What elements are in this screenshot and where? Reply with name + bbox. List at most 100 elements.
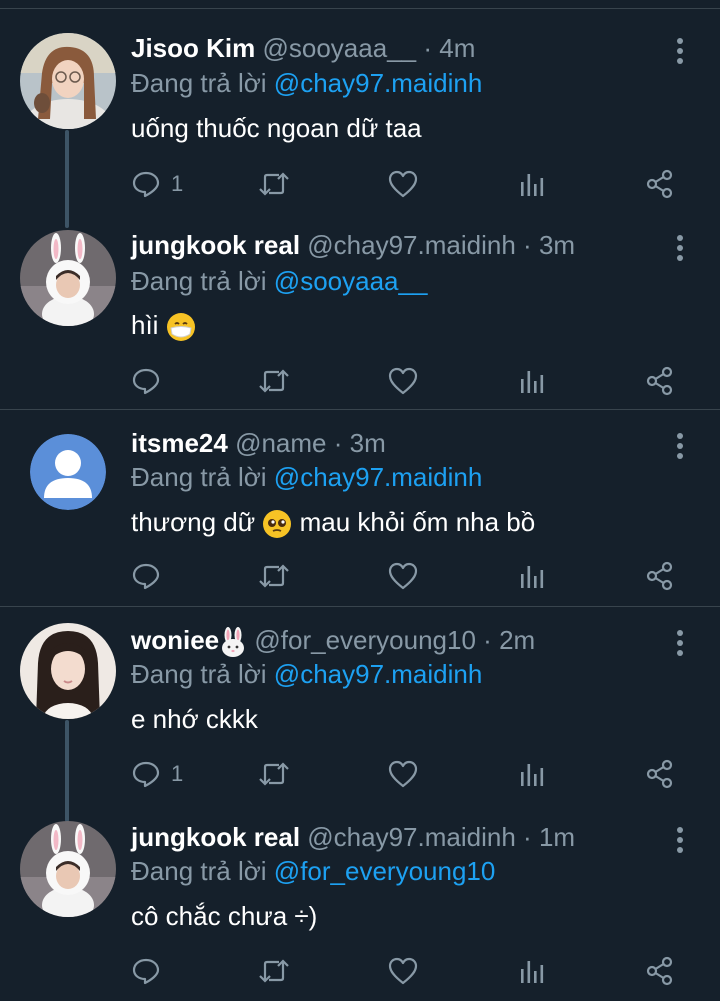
mention-link[interactable]: @chay97.maidinh	[274, 462, 483, 492]
reply-button[interactable]: 1	[131, 756, 183, 792]
avatar[interactable]	[20, 230, 116, 326]
retweet-button[interactable]	[257, 756, 291, 792]
timestamp[interactable]: 2m	[499, 625, 535, 655]
tweet-text: cô chắc chưa ÷)	[131, 901, 318, 931]
heart-icon	[388, 367, 418, 395]
tweet-text: uống thuốc ngoan dữ taa	[131, 113, 422, 143]
tweet-header: jungkook real @chay97.maidinh · 1m	[131, 820, 575, 854]
retweet-icon	[259, 564, 289, 588]
timestamp[interactable]: 3m	[350, 428, 386, 458]
share-button[interactable]	[645, 558, 675, 594]
mask-face-emoji-icon	[166, 313, 195, 342]
tweet-text: thương dữ mau khỏi ốm nha bồ	[131, 504, 535, 540]
share-button[interactable]	[645, 756, 675, 792]
share-button[interactable]	[645, 363, 675, 399]
more-vertical-icon[interactable]	[668, 432, 692, 460]
tweet-text-part: mau khỏi ốm nha bồ	[299, 507, 536, 537]
display-name[interactable]: itsme24	[131, 428, 228, 458]
analytics-button[interactable]	[519, 166, 545, 202]
tweet-header: woniee @for_everyoung10 · 2m	[131, 623, 535, 658]
mention-link[interactable]: @for_everyoung10	[274, 856, 496, 886]
reply-icon	[132, 761, 160, 788]
analytics-button[interactable]	[519, 756, 545, 792]
like-button[interactable]	[388, 558, 418, 594]
analytics-button[interactable]	[519, 558, 545, 594]
more-vertical-icon[interactable]	[668, 629, 692, 657]
separator-dot: ·	[523, 230, 532, 260]
more-vertical-icon[interactable]	[668, 826, 692, 854]
retweet-button[interactable]	[257, 166, 291, 202]
action-bar	[131, 953, 691, 989]
heart-icon	[388, 957, 418, 985]
reply-button[interactable]	[131, 363, 171, 399]
reply-count: 1	[171, 761, 184, 786]
username[interactable]: @chay97.maidinh	[307, 230, 516, 260]
reply-tweet[interactable]: itsme24 @name · 3m Đang trả lời @chay97.…	[0, 410, 720, 606]
mention-link[interactable]: @chay97.maidinh	[274, 68, 483, 98]
replying-prefix: Đang trả lời	[131, 68, 267, 98]
username[interactable]: @chay97.maidinh	[307, 822, 516, 852]
display-name[interactable]: Jisoo Kim	[131, 33, 255, 63]
replying-prefix: Đang trả lời	[131, 266, 267, 296]
tweet-text: e nhớ ckkk	[131, 704, 258, 734]
analytics-icon	[521, 566, 544, 588]
separator-dot: ·	[333, 428, 343, 458]
more-vertical-icon[interactable]	[668, 234, 692, 262]
separator-dot: ·	[423, 33, 433, 63]
reply-button[interactable]: 1	[131, 166, 183, 202]
more-vertical-icon[interactable]	[668, 37, 692, 65]
retweet-button[interactable]	[257, 363, 291, 399]
like-button[interactable]	[388, 953, 418, 989]
reply-tweet[interactable]: Jisoo Kim @sooyaaa__ · 4m Đang trả lời @…	[0, 0, 720, 210]
like-button[interactable]	[388, 166, 418, 202]
replying-prefix: Đang trả lời	[131, 856, 267, 886]
like-button[interactable]	[388, 756, 418, 792]
avatar[interactable]	[20, 33, 116, 129]
share-icon	[646, 956, 673, 986]
username[interactable]: @for_everyoung10	[254, 625, 476, 655]
share-button[interactable]	[645, 953, 675, 989]
analytics-icon	[521, 371, 544, 393]
replying-to: Đang trả lời @chay97.maidinh	[131, 66, 482, 100]
analytics-button[interactable]	[519, 363, 545, 399]
reply-button[interactable]	[131, 953, 171, 989]
reply-tweet[interactable]: jungkook real @chay97.maidinh · 1m Đang …	[0, 805, 720, 1001]
mention-link[interactable]: @sooyaaa__	[274, 266, 428, 296]
username[interactable]: @sooyaaa__	[262, 33, 416, 63]
analytics-icon	[521, 764, 544, 786]
replying-prefix: Đang trả lời	[131, 462, 267, 492]
retweet-icon	[259, 172, 289, 196]
avatar[interactable]	[20, 821, 116, 917]
display-name[interactable]: jungkook real	[131, 230, 300, 260]
retweet-icon	[259, 959, 289, 983]
reply-tweet[interactable]: jungkook real @chay97.maidinh · 3m Đang …	[0, 210, 720, 410]
share-icon	[646, 366, 673, 396]
display-name[interactable]: woniee	[131, 625, 219, 655]
tweet-header: itsme24 @name · 3m	[131, 426, 386, 460]
avatar[interactable]	[20, 623, 116, 719]
display-name[interactable]: jungkook real	[131, 822, 300, 852]
timestamp[interactable]: 1m	[539, 822, 575, 852]
timestamp[interactable]: 4m	[439, 33, 475, 63]
replying-to: Đang trả lời @sooyaaa__	[131, 264, 427, 298]
action-bar	[131, 558, 691, 594]
avatar[interactable]	[30, 434, 106, 510]
replying-prefix: Đang trả lời	[131, 659, 267, 689]
share-button[interactable]	[645, 166, 675, 202]
username[interactable]: @name	[235, 428, 326, 458]
timestamp[interactable]: 3m	[539, 230, 575, 260]
separator-dot: ·	[483, 625, 492, 655]
retweet-icon	[259, 369, 289, 393]
like-button[interactable]	[388, 363, 418, 399]
retweet-button[interactable]	[257, 558, 291, 594]
tweet-text-part: thương dữ	[131, 507, 256, 537]
replying-to: Đang trả lời @chay97.maidinh	[131, 460, 482, 494]
mention-link[interactable]: @chay97.maidinh	[274, 659, 483, 689]
retweet-button[interactable]	[257, 953, 291, 989]
heart-icon	[388, 760, 418, 788]
heart-icon	[388, 562, 418, 590]
reply-button[interactable]	[131, 558, 171, 594]
analytics-button[interactable]	[519, 953, 545, 989]
reply-tweet[interactable]: woniee @for_everyoung10 · 2m Đang trả lờ…	[0, 607, 720, 805]
reply-icon	[132, 563, 160, 590]
